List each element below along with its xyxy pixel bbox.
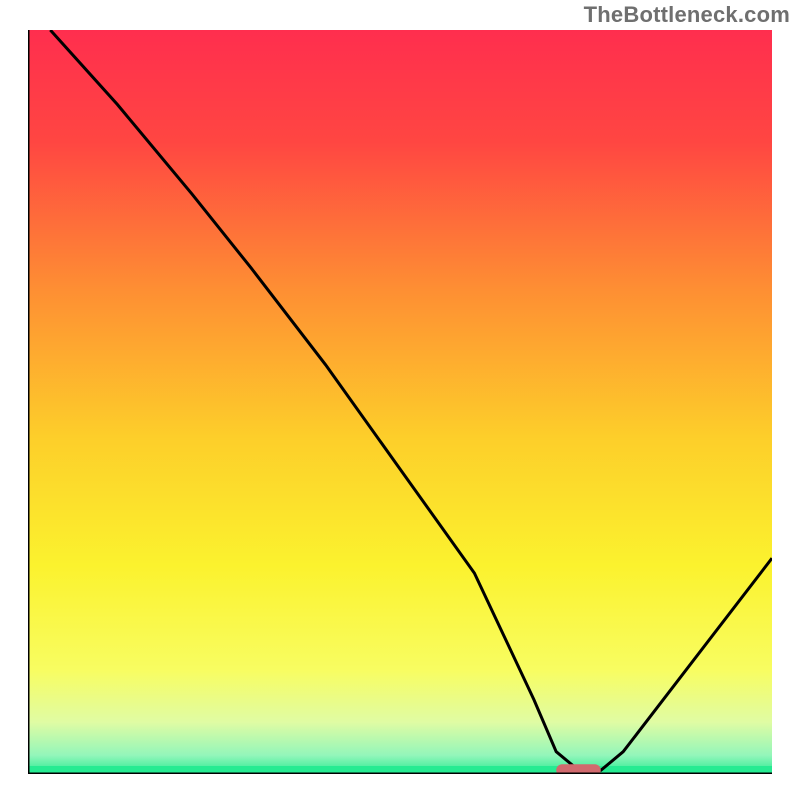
chart-svg [28, 30, 772, 774]
watermark-text: TheBottleneck.com [584, 2, 790, 28]
chart-area [28, 30, 772, 774]
gradient-background [28, 30, 772, 774]
